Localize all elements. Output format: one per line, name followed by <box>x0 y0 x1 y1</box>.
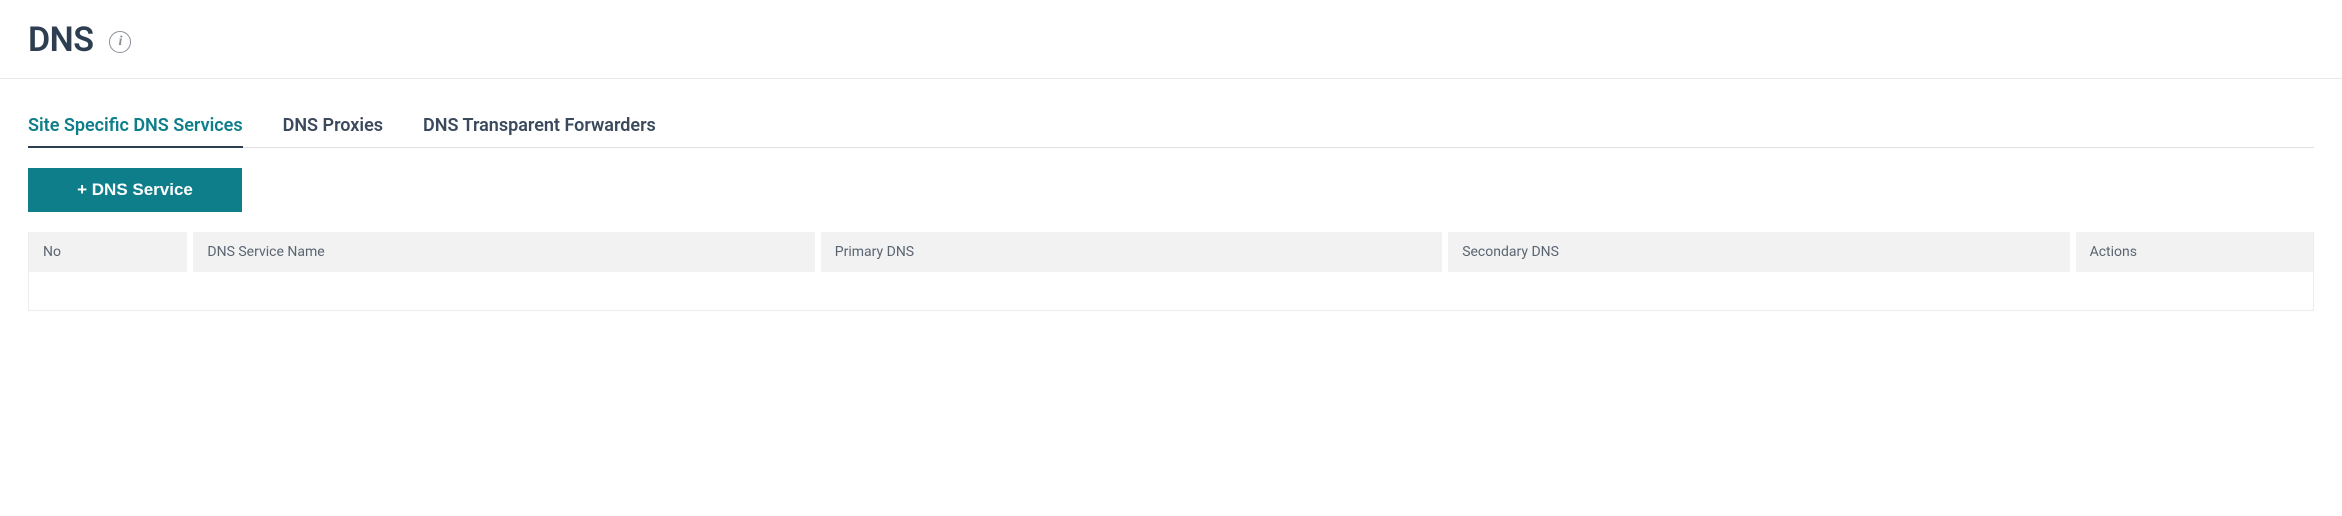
tab-label: DNS Transparent Forwarders <box>423 115 656 136</box>
column-header-actions: Actions <box>2076 232 2313 272</box>
toolbar: + DNS Service <box>28 148 2314 232</box>
column-header-no: No <box>29 232 187 272</box>
dns-services-table: No DNS Service Name Primary DNS Secondar… <box>28 232 2314 311</box>
column-header-primary-dns: Primary DNS <box>821 232 1442 272</box>
content-area: Site Specific DNS Services DNS Proxies D… <box>0 115 2342 311</box>
tab-label: Site Specific DNS Services <box>28 115 243 136</box>
add-dns-service-button[interactable]: + DNS Service <box>28 168 242 212</box>
tab-dns-proxies[interactable]: DNS Proxies <box>283 115 383 148</box>
table-header-row: No DNS Service Name Primary DNS Secondar… <box>29 232 2313 272</box>
page-title: DNS <box>28 20 93 60</box>
info-icon[interactable]: i <box>109 31 131 53</box>
column-header-secondary-dns: Secondary DNS <box>1448 232 2069 272</box>
tab-dns-transparent-forwarders[interactable]: DNS Transparent Forwarders <box>423 115 656 148</box>
column-header-dns-service-name: DNS Service Name <box>193 232 814 272</box>
tab-site-specific-dns-services[interactable]: Site Specific DNS Services <box>28 115 243 148</box>
tab-label: DNS Proxies <box>283 115 383 136</box>
table-body <box>29 272 2313 310</box>
page-header: DNS i <box>0 0 2342 79</box>
tab-bar: Site Specific DNS Services DNS Proxies D… <box>28 115 2314 148</box>
